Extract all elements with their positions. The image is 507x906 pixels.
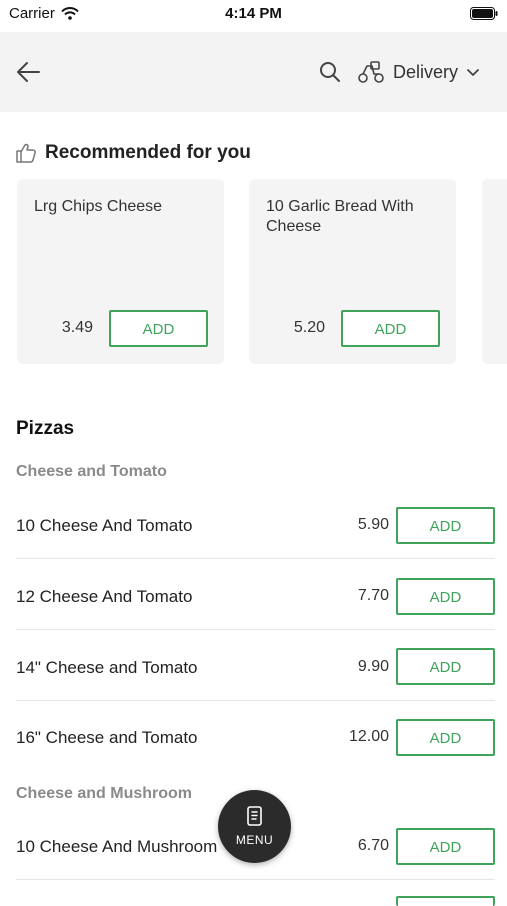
menu-button[interactable]: MENU [218,790,291,863]
recommended-card[interactable]: 10 Garlic Bread With Cheese 5.20 ADD [249,179,456,364]
divider [16,879,495,880]
menu-item-price: 6.70 [357,837,389,854]
recommended-item-name: 10 Garlic Bread With Cheese [266,198,414,235]
menu-item-price: 5.90 [357,516,389,533]
menu-item-name: 12 Cheese And Tomato [16,587,193,606]
recommended-card[interactable]: Lrg Chips Cheese 3.49 ADD [17,179,224,364]
add-button[interactable]: ADD [109,310,208,347]
recommended-item-price: 5.20 [293,319,325,336]
category-heading: Cheese and Mushroom [16,785,193,802]
menu-item-name: 14" Cheese and Tomato [16,658,198,677]
menu-button-label: MENU [235,833,274,847]
add-button[interactable]: ADD [396,648,495,685]
recommended-heading: Recommended for you [15,142,251,164]
menu-item-name: 16" Cheese and Tomato [16,728,198,747]
battery-icon [470,7,498,20]
add-button[interactable]: ADD [396,719,495,756]
add-button[interactable]: ADD [341,310,440,347]
recommended-item-name: Lrg Chips Cheese [34,198,163,215]
chevron-down-icon [467,69,479,76]
app-header: Delivery [0,32,507,112]
search-icon[interactable] [318,60,342,84]
back-arrow-icon[interactable] [14,58,42,86]
add-button[interactable]: ADD [396,507,495,544]
recommended-card-peek[interactable] [482,179,507,364]
recommended-item-price: 3.49 [61,319,93,336]
menu-item-price: 7.70 [357,587,389,604]
add-button-partial[interactable] [396,896,495,906]
menu-item-price: 9.90 [357,658,389,675]
divider [16,700,495,701]
menu-book-icon [247,806,262,826]
category-heading: Cheese and Tomato [16,463,167,480]
scooter-icon [358,61,384,83]
divider [16,558,495,559]
section-title-pizzas: Pizzas [16,418,75,439]
menu-item-name: 10 Cheese And Mushroom [16,837,218,856]
add-button[interactable]: ADD [396,578,495,615]
recommended-title: Recommended for you [45,142,251,163]
delivery-selector[interactable]: Delivery [357,58,480,86]
divider [16,629,495,630]
delivery-label: Delivery [393,61,459,82]
status-bar: Carrier 4:14 PM [0,0,507,30]
add-button[interactable]: ADD [396,828,495,865]
status-time: 4:14 PM [225,5,282,22]
thumbs-up-icon [16,143,36,163]
menu-item-price: 12.00 [348,728,389,745]
menu-item-name: 10 Cheese And Tomato [16,516,193,535]
